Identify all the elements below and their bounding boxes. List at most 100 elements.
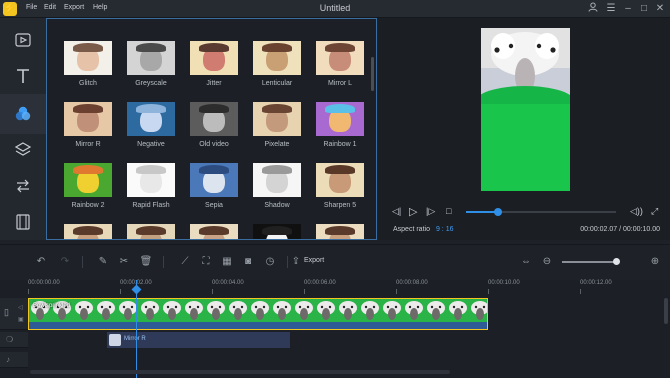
menu-edit[interactable]: Edit bbox=[44, 4, 56, 11]
sidebar-item-overlays[interactable] bbox=[0, 132, 46, 168]
progress-bar[interactable] bbox=[466, 208, 616, 216]
timeline-ruler[interactable]: 00:00:00.0000:00:02.0000:00:04.0000:00:0… bbox=[28, 280, 660, 294]
time-display: 00:00:02.07 / 00:00:10.00 bbox=[580, 226, 660, 233]
duration-icon[interactable]: ◷ bbox=[263, 255, 277, 269]
filter-item[interactable]: Pixelate bbox=[253, 102, 301, 148]
effect-clip[interactable]: Mirror R bbox=[107, 332, 290, 348]
mosaic-icon[interactable]: ▦ bbox=[220, 255, 234, 269]
filter-item[interactable]: Mirror R bbox=[64, 102, 112, 148]
toolbar-divider bbox=[163, 256, 164, 268]
menu-help[interactable]: Help bbox=[93, 4, 107, 11]
filter-label: Greyscale bbox=[135, 80, 167, 87]
filter-item[interactable] bbox=[316, 224, 364, 239]
filter-thumbnail bbox=[316, 224, 364, 239]
fit-timeline-icon[interactable]: ⇔ bbox=[519, 255, 533, 269]
next-frame-icon[interactable]: |▷ bbox=[426, 206, 435, 217]
effect-clip-label: Mirror R bbox=[124, 336, 146, 342]
prev-frame-icon[interactable]: ◁| bbox=[392, 206, 401, 217]
aspect-ratio-value[interactable]: 9 : 16 bbox=[436, 226, 454, 233]
sidebar-item-elements[interactable] bbox=[0, 204, 46, 240]
video-preview bbox=[481, 28, 570, 191]
filter-label: Old video bbox=[199, 141, 229, 148]
redo-icon[interactable]: ↷ bbox=[58, 255, 72, 269]
filter-item[interactable] bbox=[253, 224, 301, 239]
split-scissors-icon[interactable]: ✂ bbox=[117, 255, 131, 269]
zoom-out-icon[interactable]: ⊖ bbox=[540, 255, 554, 269]
stop-button[interactable]: □ bbox=[446, 206, 451, 216]
menu-file[interactable]: File bbox=[26, 4, 37, 11]
effect-thumbnail-icon bbox=[109, 334, 121, 346]
toolbar-divider bbox=[82, 256, 83, 268]
timeline-vertical-scrollbar[interactable] bbox=[664, 298, 668, 324]
fullscreen-icon[interactable]: ⤢ bbox=[651, 206, 658, 217]
sidebar-item-media[interactable] bbox=[0, 22, 46, 58]
progress-knob[interactable] bbox=[493, 208, 502, 216]
filter-item[interactable] bbox=[127, 224, 175, 239]
sidebar-item-transitions[interactable] bbox=[0, 168, 46, 204]
clip-audio-bar bbox=[29, 322, 487, 329]
filter-thumbnail bbox=[64, 41, 112, 75]
cowboy-hat bbox=[262, 43, 292, 52]
close-icon[interactable]: ✕ bbox=[652, 2, 668, 16]
filter-item[interactable]: Rainbow 1 bbox=[316, 102, 364, 148]
panel-scrollbar[interactable] bbox=[371, 57, 374, 91]
zoom-in-icon[interactable]: ⊕ bbox=[648, 255, 662, 269]
filter-item[interactable] bbox=[64, 224, 112, 239]
sidebar-item-filters[interactable] bbox=[0, 94, 46, 134]
lock-icon[interactable]: ▣ bbox=[18, 316, 24, 323]
sidebar-item-text[interactable] bbox=[0, 58, 46, 94]
zoom-slider[interactable] bbox=[562, 261, 618, 263]
filter-label: Shadow bbox=[264, 202, 290, 209]
cowboy-hat bbox=[199, 104, 229, 113]
filter-item[interactable]: Sepia bbox=[190, 163, 238, 209]
export-icon[interactable]: ⇪ bbox=[289, 255, 303, 269]
player-controls: ◁| ▷ |▷ □ ◁)) ⤢ Aspect ratio 9 : 16 00:00… bbox=[378, 200, 670, 240]
cowboy-hat bbox=[325, 165, 355, 174]
filter-item[interactable]: Rainbow 2 bbox=[64, 163, 112, 209]
filter-item[interactable]: Glitch bbox=[64, 41, 112, 87]
menu-export[interactable]: Export bbox=[64, 4, 84, 11]
aspect-ratio: Aspect ratio 9 : 16 bbox=[393, 226, 453, 233]
filter-item[interactable] bbox=[190, 224, 238, 239]
sidebar bbox=[0, 18, 46, 240]
filter-thumbnail bbox=[64, 224, 112, 239]
audio-track-header: ♪ bbox=[0, 352, 28, 368]
menu-list-icon[interactable]: ☰ bbox=[603, 2, 619, 16]
filter-thumbnail bbox=[190, 163, 238, 197]
play-button[interactable]: ▷ bbox=[409, 205, 417, 218]
filter-thumbnail bbox=[316, 102, 364, 136]
edit-pencil-icon[interactable]: ✎ bbox=[96, 255, 110, 269]
text-icon bbox=[17, 69, 29, 83]
minimize-icon[interactable]: – bbox=[620, 2, 636, 16]
crop-icon[interactable]: ⟋ bbox=[178, 255, 192, 269]
maximize-icon[interactable]: □ bbox=[636, 2, 652, 16]
mute-icon[interactable]: ◁ bbox=[18, 304, 23, 311]
delete-icon[interactable]: 🗑 bbox=[139, 255, 153, 269]
zoom-slider-knob[interactable] bbox=[613, 258, 620, 265]
zoom-frame-icon[interactable]: ⛶ bbox=[199, 255, 213, 269]
export-button[interactable]: Export bbox=[304, 257, 324, 264]
undo-icon[interactable]: ↶ bbox=[34, 255, 48, 269]
filter-item[interactable]: Old video bbox=[190, 102, 238, 148]
filter-item[interactable]: Rapid Flash bbox=[127, 163, 175, 209]
snapshot-icon[interactable]: ◙ bbox=[241, 255, 255, 269]
filter-thumbnail bbox=[127, 102, 175, 136]
filter-label: Pixelate bbox=[264, 141, 290, 148]
playhead[interactable] bbox=[136, 280, 137, 378]
filter-item[interactable]: Shadow bbox=[253, 163, 301, 209]
filter-item[interactable]: Jitter bbox=[190, 41, 238, 87]
cowboy-hat bbox=[199, 226, 229, 235]
cowboy-hat bbox=[73, 43, 103, 52]
filter-item[interactable]: Greyscale bbox=[127, 41, 175, 87]
filter-item[interactable]: Negative bbox=[127, 102, 175, 148]
volume-icon[interactable]: ◁)) bbox=[630, 206, 643, 217]
timeline-scrollbar[interactable] bbox=[30, 370, 450, 374]
filter-thumbnail bbox=[253, 102, 301, 136]
filter-item[interactable]: Sharpen 5 bbox=[316, 163, 364, 209]
user-icon[interactable] bbox=[585, 2, 601, 16]
video-clip[interactable]: Bowlsprinkled bbox=[28, 298, 488, 330]
filter-label: Rapid Flash bbox=[132, 202, 170, 209]
filter-item[interactable]: Mirror L bbox=[316, 41, 364, 87]
filter-item[interactable]: Lenticular bbox=[253, 41, 301, 87]
filter-thumbnail bbox=[127, 41, 175, 75]
